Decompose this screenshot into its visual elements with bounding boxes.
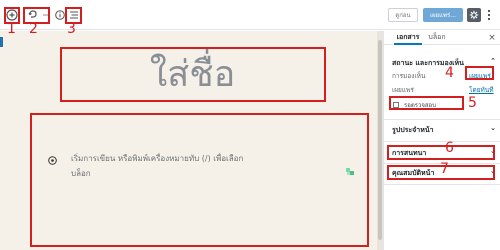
left-edge-marker	[0, 37, 3, 47]
chevron-up-icon: ⌃	[490, 57, 496, 65]
preview-button[interactable]: ดูก่อน	[388, 8, 418, 22]
featured-image-panel-header[interactable]: รูปประจำหน้า ⌄	[392, 124, 497, 135]
annotation-box-title	[60, 47, 326, 102]
annotation-box-block	[30, 113, 369, 247]
sidebar-tabs: เอกสาร บล็อก ×	[384, 31, 500, 45]
tab-block[interactable]: บล็อก	[426, 32, 448, 45]
tab-document[interactable]: เอกสาร	[394, 32, 422, 45]
more-vertical-icon	[487, 9, 491, 21]
annotation-number-2: 2	[29, 21, 38, 37]
settings-button[interactable]	[467, 8, 481, 22]
gear-icon	[469, 10, 479, 20]
settings-sidebar: เอกสาร บล็อก × สถานะ และการมองเห็น ⌃ การ…	[383, 31, 500, 250]
more-options-button[interactable]	[483, 8, 495, 22]
featured-image-title: รูปประจำหน้า	[392, 126, 434, 134]
annotation-box-4	[465, 66, 494, 80]
visibility-label: การมองเห็น	[392, 72, 426, 80]
publish-button[interactable]: เผยแพร่...	[423, 8, 463, 22]
annotation-number-1: 1	[7, 21, 16, 37]
tab-document-label: เอกสาร	[396, 33, 420, 41]
publish-date-link[interactable]: โดยทันที	[469, 85, 494, 95]
divider	[384, 119, 500, 120]
annotation-number-7: 7	[440, 161, 449, 177]
annotation-number-3: 3	[67, 21, 76, 37]
annotation-box-6	[387, 145, 495, 160]
annotation-number-4: 4	[445, 65, 454, 81]
preview-button-label: ดูก่อน	[395, 12, 411, 19]
publish-date-label: เผยแพร่	[392, 86, 414, 94]
publish-button-label: เผยแพร่...	[430, 12, 456, 19]
divider	[384, 184, 500, 185]
annotation-box-5	[389, 96, 464, 110]
divider	[384, 141, 500, 142]
editor-scrollbar-thumb[interactable]	[378, 40, 382, 240]
chevron-down-icon: ⌄	[490, 124, 496, 132]
close-sidebar-button[interactable]: ×	[487, 33, 497, 43]
tab-block-label: บล็อก	[428, 33, 446, 41]
annotation-number-6: 6	[445, 140, 454, 156]
info-icon	[55, 10, 65, 20]
annotation-number-5: 5	[468, 95, 477, 111]
close-icon: ×	[488, 33, 496, 43]
